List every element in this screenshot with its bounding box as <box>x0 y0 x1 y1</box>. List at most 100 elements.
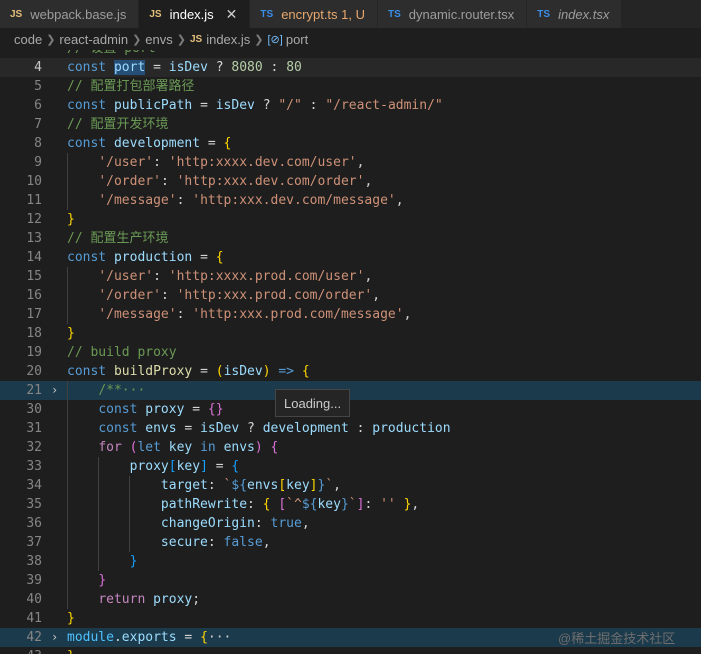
code-token: `^ <box>286 497 302 512</box>
code-line[interactable]: 21 › /**··· <box>0 381 701 400</box>
code-token: ? <box>239 421 263 436</box>
code-token: secure <box>160 535 208 550</box>
code-token: , <box>364 174 373 189</box>
chevron-right-icon: ❯ <box>46 33 56 46</box>
code-text: // build proxy <box>67 343 177 362</box>
breadcrumb-item-code[interactable]: code <box>14 32 42 47</box>
code-token: ; <box>192 592 201 607</box>
code-line[interactable]: 32 for (let key in envs) { <box>0 438 701 457</box>
ts-file-icon: TS <box>260 8 274 20</box>
line-number: 34 <box>26 478 42 493</box>
line-number: 10 <box>26 174 42 189</box>
code-line[interactable]: // 设置 port <box>0 50 701 58</box>
code-line[interactable]: 12} <box>0 210 701 229</box>
code-token: } <box>98 573 107 588</box>
chevron-right-icon: ❯ <box>176 33 186 46</box>
code-line[interactable]: 38 } <box>0 552 701 571</box>
code-token: port <box>113 60 146 75</box>
code-text: // 配置开发环境 <box>67 115 168 134</box>
tab-webpack-base-js[interactable]: JS webpack.base.js <box>0 0 140 28</box>
code-line[interactable]: 41} <box>0 609 701 628</box>
code-token: ) <box>254 440 263 455</box>
code-line[interactable]: 31 const envs = isDev ? development : pr… <box>0 419 701 438</box>
breadcrumb-item-react-admin[interactable]: react-admin <box>59 32 128 47</box>
breadcrumb-item-symbol[interactable]: port <box>286 32 308 47</box>
code-token: : <box>176 307 193 322</box>
fold-chevron-icon[interactable]: › <box>51 628 58 647</box>
code-token: '/user' <box>98 269 154 284</box>
line-number: 30 <box>26 402 42 417</box>
code-line[interactable]: 35 pathRewrite: { [`^${key}`]: '' }, <box>0 495 701 514</box>
tab-index-tsx[interactable]: TS index.tsx <box>527 0 623 28</box>
code-token: // build proxy <box>67 345 177 360</box>
code-line[interactable]: 9 '/user': 'http:xxxx.dev.com/user', <box>0 153 701 172</box>
code-line[interactable]: 5 // 配置打包部署路径 <box>0 77 701 96</box>
code-token: '/message' <box>98 307 177 322</box>
code-line[interactable]: 18} <box>0 324 701 343</box>
breadcrumb-item-envs[interactable]: envs <box>145 32 172 47</box>
code-line[interactable]: 11 '/message': 'http:xxx.dev.com/message… <box>0 191 701 210</box>
code-line[interactable]: 14 const production = { <box>0 248 701 267</box>
code-line[interactable]: 37 secure: false, <box>0 533 701 552</box>
code-text: const proxy = {} <box>67 400 223 419</box>
code-token: // 配置生产环境 <box>67 231 169 246</box>
code-token: envs <box>145 421 177 436</box>
code-token: : <box>247 497 263 512</box>
code-line[interactable]: 13 // 配置生产环境 <box>0 229 701 248</box>
code-token: : <box>262 60 287 75</box>
code-token: . <box>113 630 122 645</box>
code-line[interactable]: 33 proxy[key] = { <box>0 457 701 476</box>
code-line[interactable]: 36 changeOrigin: true, <box>0 514 701 533</box>
code-line[interactable]: 17 '/message': 'http:xxx.prod.com/messag… <box>0 305 701 324</box>
code-token: key <box>168 440 193 455</box>
code-line[interactable]: 40 return proxy; <box>0 590 701 609</box>
code-line[interactable]: 7 // 配置开发环境 <box>0 115 701 134</box>
tab-encrypt-ts[interactable]: TS encrypt.ts 1, U <box>250 0 378 28</box>
line-number: 7 <box>34 117 42 132</box>
code-text: const buildProxy = (isDev) => { <box>67 362 310 381</box>
code-text: /**··· <box>67 381 145 400</box>
line-number: 43 <box>0 647 42 654</box>
tab-label: dynamic.router.tsx <box>408 6 515 22</box>
fold-chevron-icon[interactable]: › <box>51 381 58 400</box>
code-token: ? <box>207 60 232 75</box>
close-icon[interactable]: ✕ <box>226 6 238 23</box>
code-line[interactable]: 6 const publicPath = isDev ? "/" : "/reac… <box>0 96 701 115</box>
tab-label: index.js <box>169 6 214 22</box>
code-token: production <box>372 421 451 436</box>
code-line[interactable]: 10 '/order': 'http:xxx.dev.com/order', <box>0 172 701 191</box>
code-token: = <box>207 459 232 474</box>
code-line[interactable]: 8 const development = { <box>0 134 701 153</box>
code-token: development <box>113 136 201 151</box>
code-token: proxy <box>129 459 169 474</box>
code-token: = <box>176 630 201 645</box>
code-line[interactable]: 16 '/order': 'http:xxx.prod.com/order', <box>0 286 701 305</box>
line-number: 6 <box>34 98 42 113</box>
line-number: 35 <box>26 497 42 512</box>
line-number: 41 <box>26 611 42 626</box>
code-line[interactable]: 43} <box>0 647 701 654</box>
code-line[interactable]: 34 target: `${envs[key]}`, <box>0 476 701 495</box>
breadcrumb-item-file[interactable]: index.js <box>206 32 250 47</box>
tab-dynamic-router-tsx[interactable]: TS dynamic.router.tsx <box>378 0 528 28</box>
code-line[interactable]: 4 const port = isDev ? 8080 : 80 <box>0 58 701 77</box>
code-text: } <box>67 571 106 590</box>
code-token: : <box>254 516 271 531</box>
code-line[interactable]: 15 '/user': 'http:xxxx.prod.com/user', <box>0 267 701 286</box>
code-token: ${ <box>301 497 318 512</box>
code-text: const development = { <box>67 134 231 153</box>
code-token: 'http:xxx.dev.com/message' <box>192 193 396 208</box>
code-line[interactable]: 30 const proxy = {} <box>0 400 701 419</box>
code-line[interactable]: 19 // build proxy <box>0 343 701 362</box>
code-editor[interactable]: // 设置 port 4 const port = isDev ? 8080 : 8… <box>0 50 701 654</box>
tab-index-js[interactable]: JS index.js ✕ <box>139 0 251 28</box>
code-text: target: `${envs[key]}`, <box>67 476 341 495</box>
code-line[interactable]: 20 const buildProxy = (isDev) => { <box>0 362 701 381</box>
code-line[interactable]: 39 } <box>0 571 701 590</box>
